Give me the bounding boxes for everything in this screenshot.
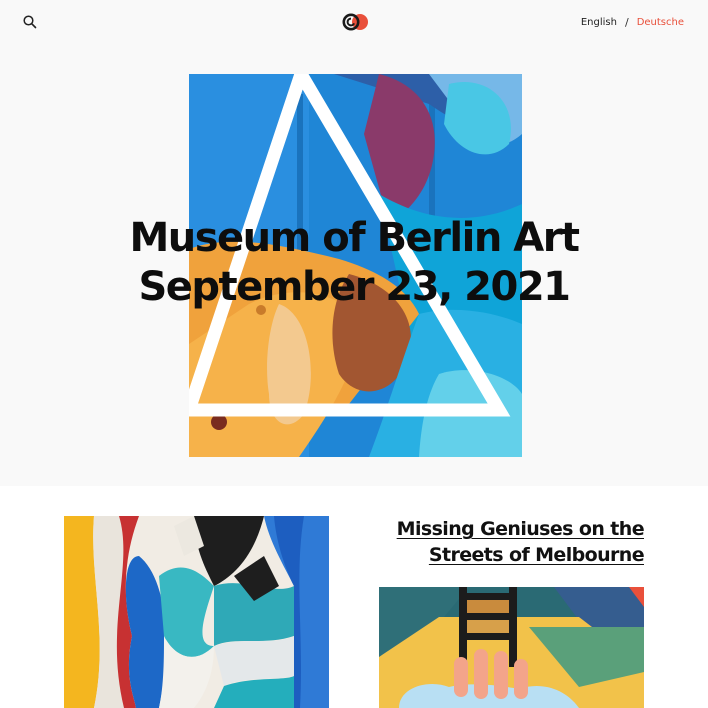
article-title-line1: Missing Geniuses on the (396, 518, 645, 540)
logo-icon[interactable] (341, 12, 371, 32)
article-image-ladder-mural[interactable] (379, 587, 644, 708)
article-image-abstract-mural[interactable] (64, 516, 329, 708)
language-english-link[interactable]: English (581, 17, 617, 28)
search-icon[interactable] (22, 14, 38, 30)
language-switcher: English / Deutsche (581, 16, 684, 29)
article-title-line2: Streets of Melbourne (428, 544, 645, 566)
language-german-link[interactable]: Deutsche (637, 17, 684, 28)
article-title-link[interactable]: Missing Geniuses on the Streets of Melbo… (374, 516, 645, 568)
language-separator: / (624, 16, 629, 29)
hero-title-line2: September 23, 2021 (138, 264, 571, 310)
hero-section: English / Deutsche Museum of Berlin Art … (0, 0, 708, 486)
hero-title-line1: Museum of Berlin Art (129, 215, 580, 261)
